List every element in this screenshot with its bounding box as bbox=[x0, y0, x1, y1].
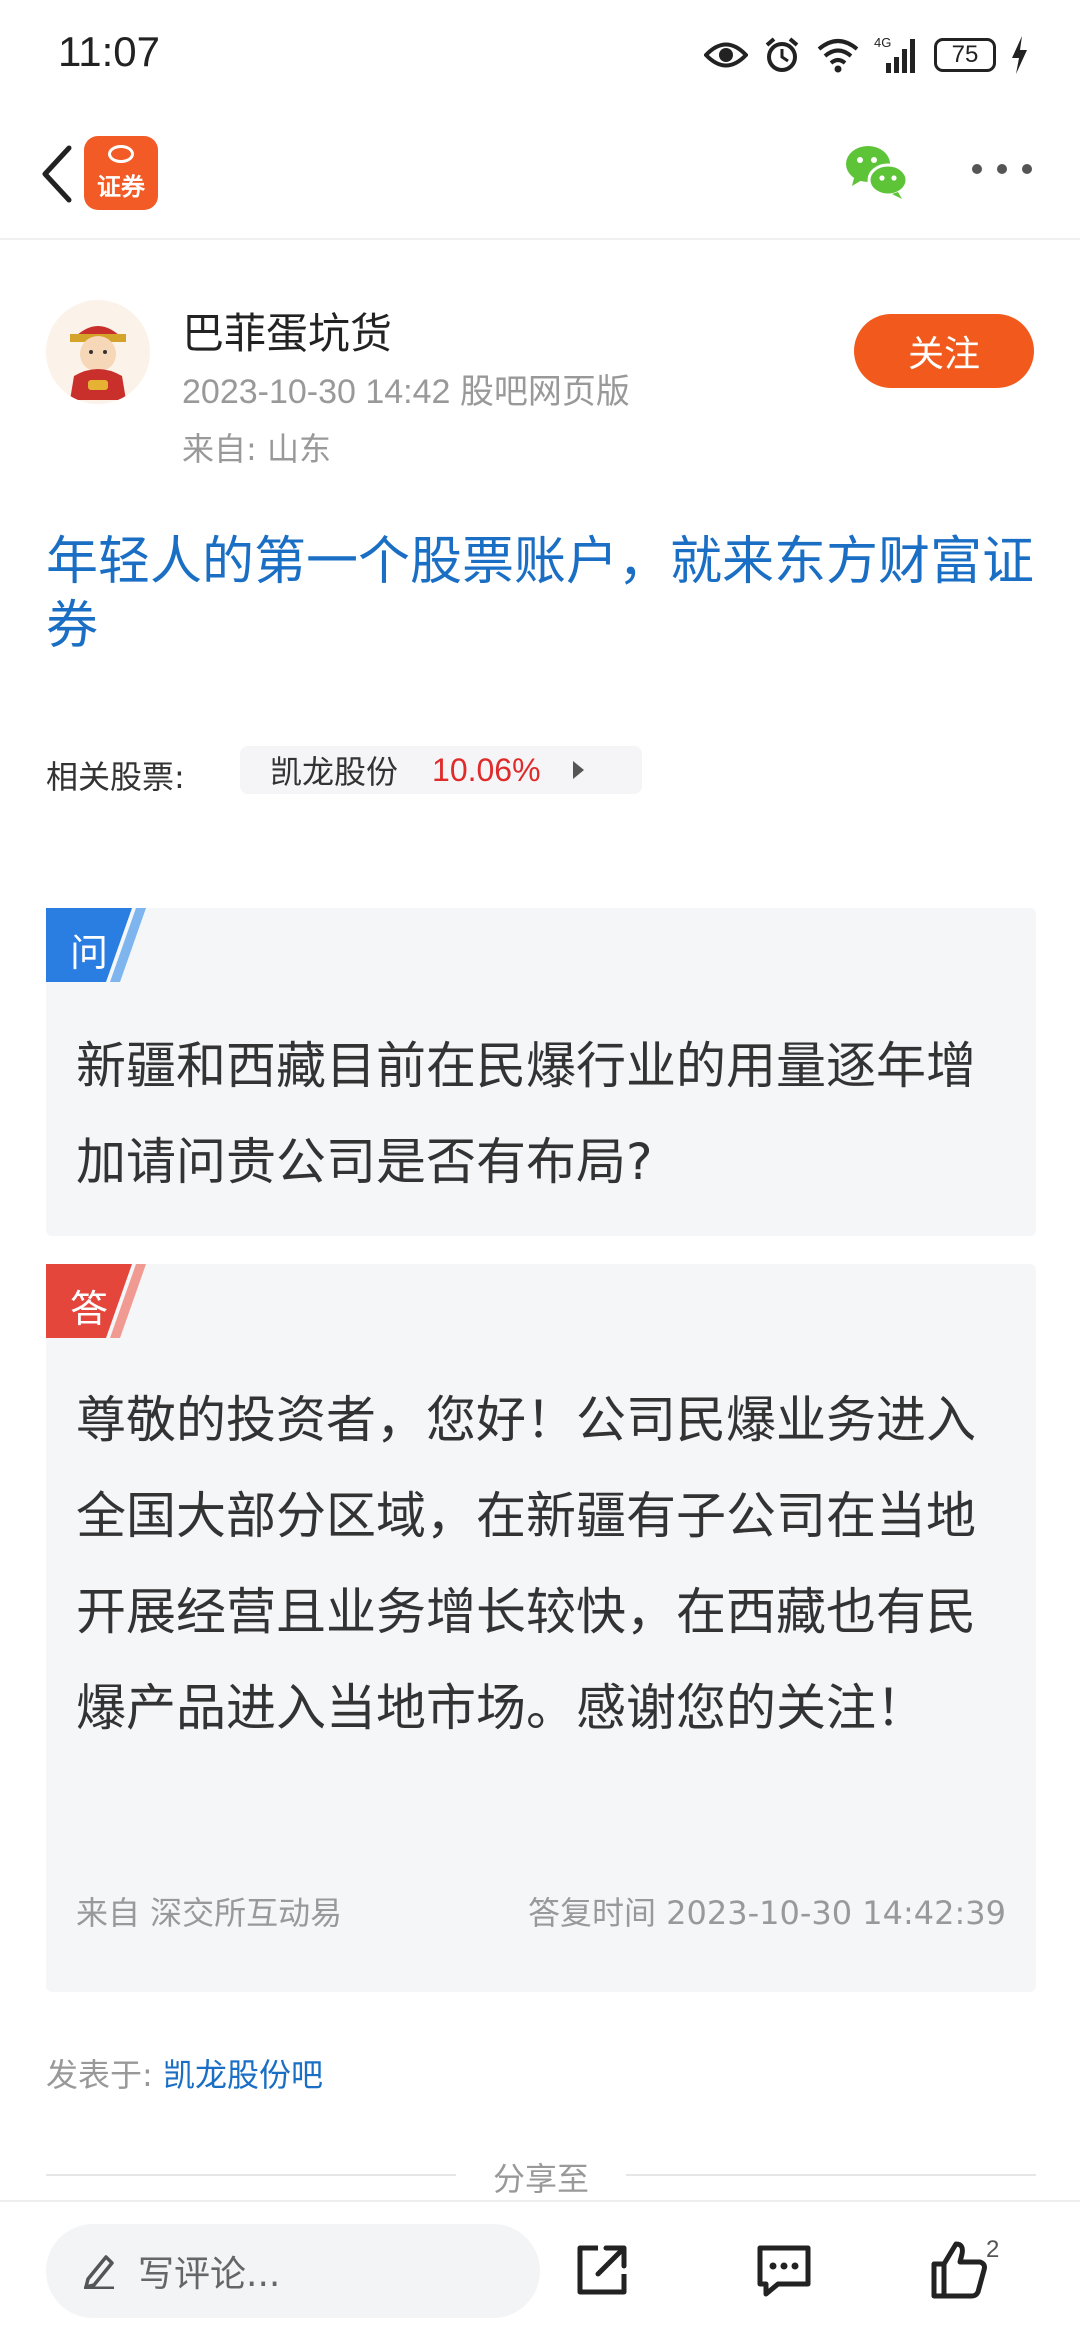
post-meta: 2023-10-30 14:42 股吧网页版 bbox=[182, 373, 630, 411]
network-type: 4G bbox=[874, 35, 891, 50]
answer-tag: 答 bbox=[46, 1264, 174, 1338]
back-button[interactable] bbox=[26, 138, 86, 210]
stock-bar-link[interactable]: 凯龙股份吧 bbox=[163, 2056, 323, 2094]
alarm-icon bbox=[765, 37, 799, 72]
share-icon bbox=[577, 2245, 627, 2295]
stock-change: 10.06% bbox=[432, 751, 541, 788]
answer-text: 尊敬的投资者，您好！公司民爆业务进入全国大部分区域，在新疆有子公司在当地开展经营… bbox=[76, 1391, 976, 1737]
back-arrow-icon bbox=[42, 145, 72, 203]
status-time: 11:07 bbox=[58, 28, 160, 75]
post-title[interactable]: 年轻人的第一个股票账户，就来东方财富证券 bbox=[46, 530, 1036, 658]
thumbs-up-icon bbox=[931, 2241, 987, 2299]
posted-in: 发表于: 凯龙股份吧 bbox=[46, 2050, 323, 2096]
comment-icon bbox=[757, 2245, 811, 2297]
signal-icon: 4G bbox=[874, 35, 915, 73]
more-dot bbox=[1022, 164, 1032, 174]
avatar-image bbox=[46, 300, 150, 404]
pencil-icon bbox=[82, 2253, 116, 2289]
comment-placeholder: 写评论... bbox=[138, 2254, 281, 2295]
share-section: 分享至 bbox=[46, 2150, 1036, 2200]
more-dot bbox=[997, 164, 1007, 174]
status-icons: 4G 75 bbox=[704, 30, 1028, 80]
related-stocks-label: 相关股票: bbox=[46, 758, 185, 796]
app-logo: 证券 bbox=[84, 136, 158, 210]
question-text: 新疆和西藏目前在民爆行业的用量逐年增加请问贵公司是否有布局? bbox=[76, 1037, 976, 1191]
logo-mark-icon bbox=[108, 144, 134, 163]
related-stock-chip[interactable]: 凯龙股份 10.06% bbox=[240, 746, 642, 794]
answer-reply-time: 答复时间 2023-10-30 14:42:39 bbox=[527, 1894, 1006, 1932]
divider bbox=[626, 2174, 1036, 2176]
chevron-right-icon bbox=[572, 761, 584, 779]
author-avatar[interactable] bbox=[46, 300, 150, 404]
comment-input[interactable]: 写评论... bbox=[46, 2224, 540, 2318]
bottom-bar: 写评论... 2 bbox=[0, 2200, 1080, 2340]
author-location: 来自: 山东 bbox=[182, 430, 331, 468]
question-tag-label: 问 bbox=[70, 931, 109, 975]
battery-level: 75 bbox=[934, 38, 996, 72]
answer-card: 答 尊敬的投资者，您好！公司民爆业务进入全国大部分区域，在新疆有子公司在当地开展… bbox=[46, 1264, 1036, 1992]
posted-in-label: 发表于: bbox=[46, 2056, 153, 2094]
nav-bar: 证券 bbox=[0, 110, 1080, 240]
answer-tag-shape bbox=[46, 1264, 146, 1338]
charging-icon bbox=[1012, 36, 1027, 74]
share-button[interactable] bbox=[570, 2238, 634, 2302]
like-count: 2 bbox=[986, 2236, 1000, 2263]
stock-name: 凯龙股份 bbox=[270, 753, 399, 791]
share-label: 分享至 bbox=[492, 2160, 589, 2198]
wechat-icon bbox=[846, 146, 909, 199]
status-bar: 11:07 4G 75 bbox=[0, 0, 1080, 110]
answer-tag-label: 答 bbox=[70, 1287, 109, 1331]
author-name[interactable]: 巴菲蛋坑货 bbox=[182, 300, 392, 361]
follow-button[interactable]: 关注 bbox=[854, 314, 1034, 388]
more-dot bbox=[972, 164, 982, 174]
eye-icon bbox=[704, 42, 748, 68]
battery-icon: 75 bbox=[934, 38, 996, 72]
wechat-share-button[interactable] bbox=[842, 142, 912, 202]
logo-text: 证券 bbox=[97, 172, 145, 201]
like-button[interactable] bbox=[928, 2238, 992, 2302]
comments-button[interactable] bbox=[752, 2238, 816, 2302]
question-tag: 问 bbox=[46, 908, 174, 982]
question-tag-shape bbox=[46, 908, 146, 982]
question-card: 问 新疆和西藏目前在民爆行业的用量逐年增加请问贵公司是否有布局? bbox=[46, 908, 1036, 1236]
wifi-icon bbox=[817, 39, 859, 73]
more-icon[interactable] bbox=[972, 154, 1032, 184]
answer-source: 来自 深交所互动易 bbox=[76, 1894, 343, 1932]
